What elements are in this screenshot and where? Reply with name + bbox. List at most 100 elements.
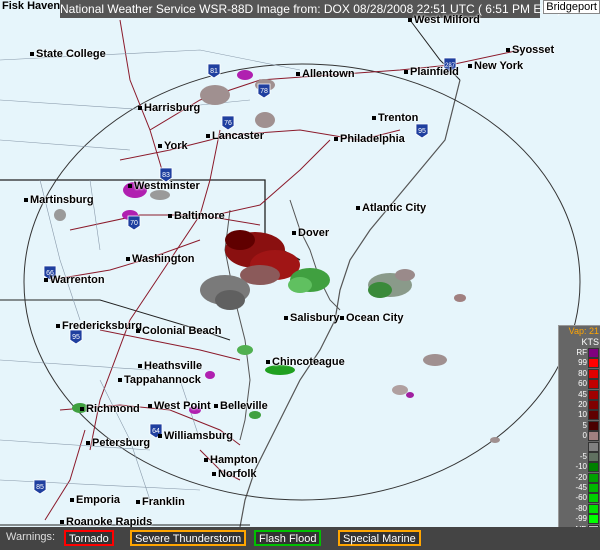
city-york: York: [158, 140, 188, 152]
legend-row-label: 20: [578, 399, 587, 409]
legend-swatch: [588, 514, 599, 525]
legend-row: -99: [559, 514, 600, 525]
legend-row: 60: [559, 379, 600, 390]
legend-row: 99: [559, 358, 600, 369]
legend-row: 0: [559, 431, 600, 442]
legend-row-label: 99: [578, 358, 587, 368]
city-syosset: Syosset: [506, 44, 554, 56]
legend-swatch: [588, 441, 599, 452]
legend-row-label: 45: [578, 389, 587, 399]
legend-row-label: 5: [582, 420, 587, 430]
city-west-point: West Point: [148, 400, 211, 412]
city-harrisburg: Harrisburg: [138, 102, 200, 114]
legend-row-label: 80: [578, 368, 587, 378]
legend-swatch: [588, 462, 599, 473]
legend-row-label: 60: [578, 379, 587, 389]
city-westminster: Westminster: [128, 180, 200, 192]
legend-row: 80: [559, 368, 600, 379]
warning-tornado[interactable]: Tornado: [64, 530, 114, 546]
legend-swatch: [588, 379, 599, 390]
city-plainfield: Plainfield: [404, 66, 459, 78]
city-emporia: Emporia: [70, 494, 120, 506]
city-tappahannock: Tappahannock: [118, 374, 201, 386]
city-washington: Washington: [126, 253, 195, 265]
legend-row-label: -99: [575, 514, 587, 524]
city-allentown: Allentown: [296, 68, 355, 80]
legend-rows: RF99806045201050-5-10-20-45-60-80-99ND: [559, 348, 600, 535]
warning-special-marine[interactable]: Special Marine: [338, 530, 421, 546]
legend-row: RF: [559, 348, 600, 358]
city-norfolk: Norfolk: [212, 468, 257, 480]
city-williamsburg: Williamsburg: [158, 430, 233, 442]
legend-row: [559, 441, 600, 452]
legend-swatch: [588, 493, 599, 504]
legend-swatch: [588, 358, 599, 369]
corner-label-left: Fisk Haven: [2, 0, 61, 12]
warnings-label: Warnings:: [6, 531, 56, 543]
radar-map: 81 78 76 287 95 83 70 66 95 64 85 Nation…: [0, 0, 600, 550]
city-richmond: Richmond: [80, 403, 140, 415]
corner-label-right: Bridgeport: [543, 0, 600, 14]
legend-row: 5: [559, 420, 600, 431]
shield-95-va: 95: [72, 334, 80, 341]
legend-row-label: -20: [575, 472, 587, 482]
city-baltimore: Baltimore: [168, 210, 225, 222]
city-colonial-beach: Colonial Beach: [136, 325, 221, 337]
city-philadelphia: Philadelphia: [334, 133, 405, 145]
shield-70: 70: [130, 220, 138, 227]
legend-row-label: 0: [582, 431, 587, 441]
legend-row-label: -10: [575, 462, 587, 472]
city-martinsburg: Martinsburg: [24, 194, 94, 206]
shield-76: 76: [224, 120, 232, 127]
legend-title: Vap: 21: [568, 326, 599, 336]
legend-swatch: [588, 483, 599, 494]
legend-row-label: -45: [575, 483, 587, 493]
shield-81: 81: [210, 68, 218, 75]
legend-row: 20: [559, 399, 600, 410]
city-new-york: New York: [468, 60, 523, 72]
legend-swatch: [588, 431, 599, 442]
legend-swatch: [588, 399, 599, 410]
legend-row-label: RF: [576, 348, 587, 357]
legend-row: -20: [559, 472, 600, 483]
warning-severe-thunderstorm[interactable]: Severe Thunderstorm: [130, 530, 247, 546]
legend-row: -10: [559, 462, 600, 473]
city-franklin: Franklin: [136, 496, 185, 508]
city-lancaster: Lancaster: [206, 130, 264, 142]
legend-units: KTS: [581, 337, 599, 347]
legend-swatch: [588, 389, 599, 400]
city-trenton: Trenton: [372, 112, 418, 124]
legend-row: -80: [559, 503, 600, 514]
city-state-college: State College: [30, 48, 106, 60]
city-dover: Dover: [292, 227, 329, 239]
legend-row-label: -80: [575, 503, 587, 513]
city-chincoteague: Chincoteague: [266, 356, 345, 368]
city-hampton: Hampton: [204, 454, 258, 466]
legend-swatch: [588, 420, 599, 431]
warning-flash-flood[interactable]: Flash Flood: [254, 530, 322, 546]
city-ocean-city: Ocean City: [340, 312, 403, 324]
shield-85: 85: [36, 484, 44, 491]
legend-row: -60: [559, 493, 600, 504]
shield-78: 78: [260, 88, 268, 95]
legend-row: 10: [559, 410, 600, 421]
legend-swatch: [588, 503, 599, 514]
legend-swatch: [588, 410, 599, 421]
legend-swatch: [588, 472, 599, 483]
legend-row-label: 10: [578, 410, 587, 420]
legend-row-label: -5: [579, 451, 587, 461]
legend-swatch: [588, 368, 599, 379]
city-belleville: Belleville: [214, 400, 268, 412]
city-west-milford: West Milford: [408, 14, 480, 26]
city-petersburg: Petersburg: [86, 437, 150, 449]
legend-swatch: [588, 348, 599, 358]
city-warrenton: Warrenton: [44, 274, 105, 286]
legend-row: -45: [559, 483, 600, 494]
legend-row-label: -60: [575, 493, 587, 503]
warnings-bar: Warnings: Tornado Severe Thunderstorm Fl…: [0, 527, 600, 550]
city-salisbury: Salisbury: [284, 312, 340, 324]
city-atlantic-city: Atlantic City: [356, 202, 426, 214]
shield-83: 83: [162, 172, 170, 179]
shield-95-nj: 95: [418, 128, 426, 135]
velocity-legend: Vap: 21 KTS RF 99 80 60 45 20 10 5 0 -5 -10 -20 -45-…: [558, 325, 600, 549]
